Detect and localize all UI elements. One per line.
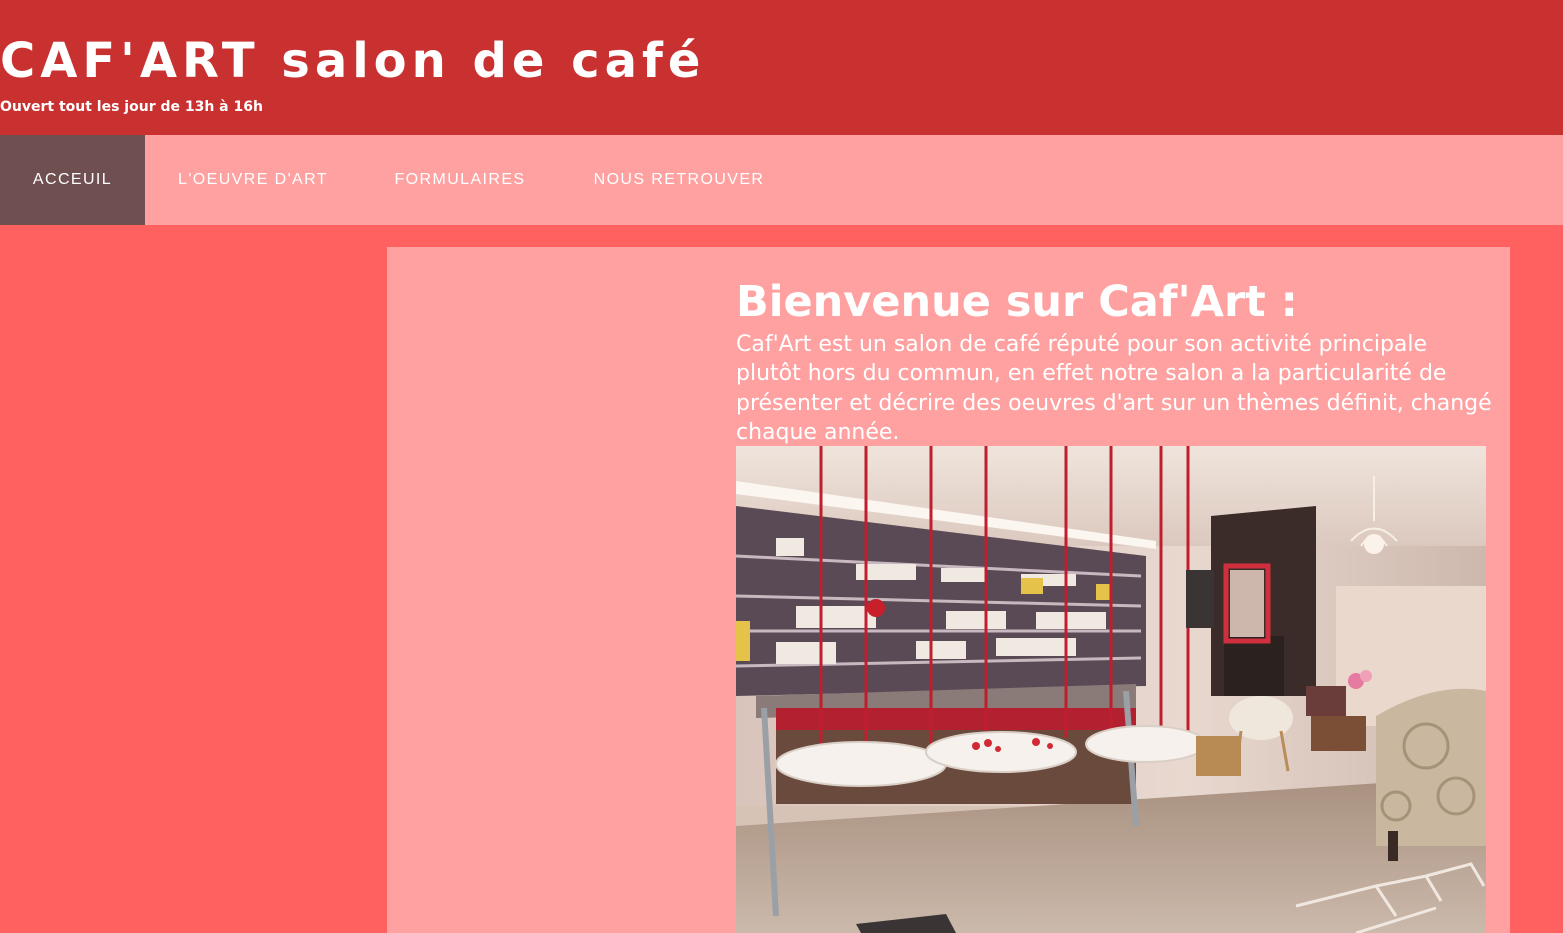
nav-item-formulaires[interactable]: FORMULAIRES	[361, 135, 559, 225]
nav-item-acceuil[interactable]: ACCEUIL	[0, 135, 145, 225]
welcome-heading: Bienvenue sur Caf'Art :	[736, 277, 1298, 327]
intro-paragraph: Caf'Art est un salon de café réputé pour…	[736, 332, 1492, 445]
main-nav: ACCEUIL L'OEUVRE D'ART FORMULAIRES NOUS …	[0, 135, 1563, 225]
nav-item-nous-retrouver[interactable]: NOUS RETROUVER	[559, 135, 799, 225]
site-tagline: Ouvert tout les jour de 13h à 16h	[0, 99, 263, 115]
site-header: CAF'ART salon de café Ouvert tout les jo…	[0, 0, 1563, 135]
nav-item-oeuvre-d-art[interactable]: L'OEUVRE D'ART	[145, 135, 361, 225]
site-title: CAF'ART salon de café	[0, 33, 706, 89]
cafe-interior-photo	[736, 446, 1486, 933]
